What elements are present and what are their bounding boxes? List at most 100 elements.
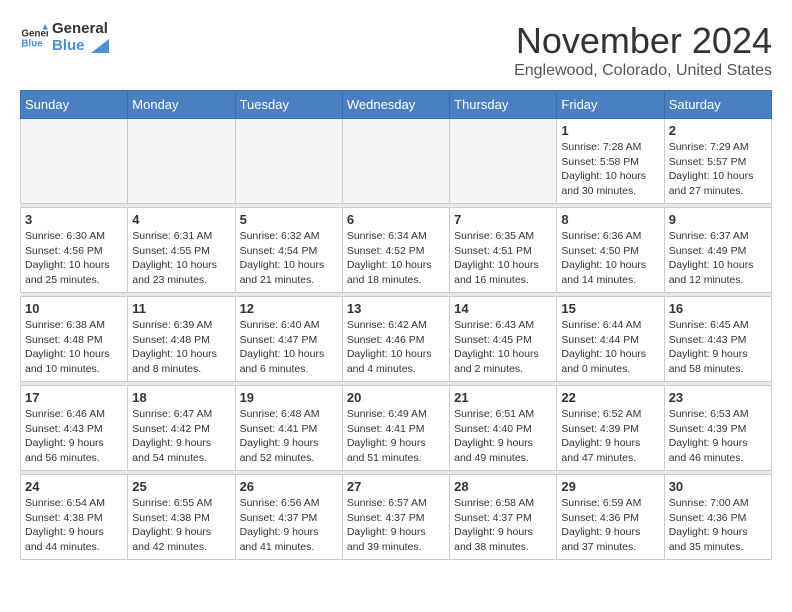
- day-number: 26: [240, 479, 338, 494]
- day-number: 3: [25, 212, 123, 227]
- weekday-header: Sunday: [21, 91, 128, 119]
- calendar-cell: 21Sunrise: 6:51 AM Sunset: 4:40 PM Dayli…: [450, 386, 557, 471]
- day-number: 23: [669, 390, 767, 405]
- logo: General Blue General Blue: [20, 20, 109, 55]
- day-number: 30: [669, 479, 767, 494]
- day-number: 7: [454, 212, 552, 227]
- calendar-cell: 16Sunrise: 6:45 AM Sunset: 4:43 PM Dayli…: [664, 297, 771, 382]
- calendar-cell: 13 Sunrise: 6:42 AM Sunset: 4:46 PM Dayli…: [342, 297, 449, 382]
- logo-blue: Blue: [52, 37, 85, 54]
- day-number: 15: [561, 301, 659, 316]
- calendar-cell: 23 Sunrise: 6:53 AM Sunset: 4:39 PM Dayli…: [664, 386, 771, 471]
- calendar-cell: 24Sunrise: 6:54 AM Sunset: 4:38 PM Dayli…: [21, 475, 128, 560]
- calendar-cell: 6 Sunrise: 6:34 AM Sunset: 4:52 PM Daylig…: [342, 208, 449, 293]
- day-number: 13: [347, 301, 445, 316]
- day-info: Sunrise: 6:43 AM Sunset: 4:45 PM Dayligh…: [454, 318, 552, 377]
- calendar-header-row: SundayMondayTuesdayWednesdayThursdayFrid…: [21, 91, 772, 119]
- day-info: Sunrise: 6:32 AM Sunset: 4:54 PM Dayligh…: [240, 229, 338, 288]
- calendar-week-row: 1Sunrise: 7:28 AM Sunset: 5:58 PM Daylig…: [21, 119, 772, 204]
- calendar-cell: 28Sunrise: 6:58 AM Sunset: 4:37 PM Dayli…: [450, 475, 557, 560]
- day-info: Sunrise: 6:57 AM Sunset: 4:37 PM Dayligh…: [347, 496, 445, 555]
- day-info: Sunrise: 6:46 AM Sunset: 4:43 PM Dayligh…: [25, 407, 123, 466]
- day-number: 2: [669, 123, 767, 138]
- day-info: Sunrise: 6:31 AM Sunset: 4:55 PM Dayligh…: [132, 229, 230, 288]
- calendar-cell: 27 Sunrise: 6:57 AM Sunset: 4:37 PM Dayli…: [342, 475, 449, 560]
- day-number: 18: [132, 390, 230, 405]
- day-number: 29: [561, 479, 659, 494]
- calendar-cell: 7 Sunrise: 6:35 AM Sunset: 4:51 PM Daylig…: [450, 208, 557, 293]
- day-info: Sunrise: 6:42 AM Sunset: 4:46 PM Dayligh…: [347, 318, 445, 377]
- day-number: 11: [132, 301, 230, 316]
- day-info: Sunrise: 6:38 AM Sunset: 4:48 PM Dayligh…: [25, 318, 123, 377]
- day-info: Sunrise: 6:52 AM Sunset: 4:39 PM Dayligh…: [561, 407, 659, 466]
- calendar-cell: 25Sunrise: 6:55 AM Sunset: 4:38 PM Dayli…: [128, 475, 235, 560]
- calendar-cell: 17 Sunrise: 6:46 AM Sunset: 4:43 PM Dayli…: [21, 386, 128, 471]
- title-area: November 2024 Englewood, Colorado, Unite…: [514, 20, 772, 80]
- weekday-header: Wednesday: [342, 91, 449, 119]
- calendar-cell: 20 Sunrise: 6:49 AM Sunset: 4:41 PM Dayli…: [342, 386, 449, 471]
- day-info: Sunrise: 6:56 AM Sunset: 4:37 PM Dayligh…: [240, 496, 338, 555]
- calendar-week-row: 10 Sunrise: 6:38 AM Sunset: 4:48 PM Dayli…: [21, 297, 772, 382]
- calendar-cell: 9Sunrise: 6:37 AM Sunset: 4:49 PM Daylig…: [664, 208, 771, 293]
- calendar-cell: [235, 119, 342, 204]
- logo-icon: General Blue: [20, 24, 48, 52]
- weekday-header: Monday: [128, 91, 235, 119]
- day-number: 12: [240, 301, 338, 316]
- day-info: Sunrise: 6:53 AM Sunset: 4:39 PM Dayligh…: [669, 407, 767, 466]
- day-info: Sunrise: 6:45 AM Sunset: 4:43 PM Dayligh…: [669, 318, 767, 377]
- calendar-cell: 5 Sunrise: 6:32 AM Sunset: 4:54 PM Daylig…: [235, 208, 342, 293]
- day-info: Sunrise: 7:00 AM Sunset: 4:36 PM Dayligh…: [669, 496, 767, 555]
- calendar-cell: 29 Sunrise: 6:59 AM Sunset: 4:36 PM Dayli…: [557, 475, 664, 560]
- header: General Blue General Blue November 2024 …: [20, 20, 772, 80]
- day-number: 6: [347, 212, 445, 227]
- day-number: 27: [347, 479, 445, 494]
- logo-general: General: [52, 20, 108, 37]
- calendar-cell: 14 Sunrise: 6:43 AM Sunset: 4:45 PM Dayli…: [450, 297, 557, 382]
- day-info: Sunrise: 6:51 AM Sunset: 4:40 PM Dayligh…: [454, 407, 552, 466]
- calendar-cell: 11 Sunrise: 6:39 AM Sunset: 4:48 PM Dayli…: [128, 297, 235, 382]
- day-number: 22: [561, 390, 659, 405]
- calendar-cell: 1Sunrise: 7:28 AM Sunset: 5:58 PM Daylig…: [557, 119, 664, 204]
- day-number: 17: [25, 390, 123, 405]
- day-number: 14: [454, 301, 552, 316]
- calendar-week-row: 24Sunrise: 6:54 AM Sunset: 4:38 PM Dayli…: [21, 475, 772, 560]
- calendar-cell: 22 Sunrise: 6:52 AM Sunset: 4:39 PM Dayli…: [557, 386, 664, 471]
- calendar-cell: 18 Sunrise: 6:47 AM Sunset: 4:42 PM Dayli…: [128, 386, 235, 471]
- calendar-week-row: 3Sunrise: 6:30 AM Sunset: 4:56 PM Daylig…: [21, 208, 772, 293]
- day-info: Sunrise: 6:47 AM Sunset: 4:42 PM Dayligh…: [132, 407, 230, 466]
- weekday-header: Tuesday: [235, 91, 342, 119]
- day-info: Sunrise: 6:36 AM Sunset: 4:50 PM Dayligh…: [561, 229, 659, 288]
- day-info: Sunrise: 6:34 AM Sunset: 4:52 PM Dayligh…: [347, 229, 445, 288]
- month-title: November 2024: [514, 20, 772, 62]
- calendar-cell: 4 Sunrise: 6:31 AM Sunset: 4:55 PM Daylig…: [128, 208, 235, 293]
- logo-triangle-icon: [91, 39, 109, 53]
- day-info: Sunrise: 6:44 AM Sunset: 4:44 PM Dayligh…: [561, 318, 659, 377]
- calendar-cell: 15 Sunrise: 6:44 AM Sunset: 4:44 PM Dayli…: [557, 297, 664, 382]
- calendar-week-row: 17 Sunrise: 6:46 AM Sunset: 4:43 PM Dayli…: [21, 386, 772, 471]
- day-number: 10: [25, 301, 123, 316]
- calendar-cell: [128, 119, 235, 204]
- day-number: 5: [240, 212, 338, 227]
- day-number: 28: [454, 479, 552, 494]
- calendar-cell: [450, 119, 557, 204]
- calendar-cell: 2Sunrise: 7:29 AM Sunset: 5:57 PM Daylig…: [664, 119, 771, 204]
- day-info: Sunrise: 6:49 AM Sunset: 4:41 PM Dayligh…: [347, 407, 445, 466]
- calendar-cell: [342, 119, 449, 204]
- day-number: 4: [132, 212, 230, 227]
- day-number: 20: [347, 390, 445, 405]
- day-info: Sunrise: 6:48 AM Sunset: 4:41 PM Dayligh…: [240, 407, 338, 466]
- weekday-header: Thursday: [450, 91, 557, 119]
- day-number: 19: [240, 390, 338, 405]
- day-number: 8: [561, 212, 659, 227]
- calendar-cell: 26 Sunrise: 6:56 AM Sunset: 4:37 PM Dayli…: [235, 475, 342, 560]
- day-info: Sunrise: 6:35 AM Sunset: 4:51 PM Dayligh…: [454, 229, 552, 288]
- weekday-header: Friday: [557, 91, 664, 119]
- calendar-cell: 3Sunrise: 6:30 AM Sunset: 4:56 PM Daylig…: [21, 208, 128, 293]
- calendar-cell: 12Sunrise: 6:40 AM Sunset: 4:47 PM Dayli…: [235, 297, 342, 382]
- calendar-cell: 30 Sunrise: 7:00 AM Sunset: 4:36 PM Dayli…: [664, 475, 771, 560]
- day-info: Sunrise: 6:59 AM Sunset: 4:36 PM Dayligh…: [561, 496, 659, 555]
- day-number: 9: [669, 212, 767, 227]
- svg-text:Blue: Blue: [21, 38, 43, 49]
- day-info: Sunrise: 6:39 AM Sunset: 4:48 PM Dayligh…: [132, 318, 230, 377]
- calendar-cell: 8 Sunrise: 6:36 AM Sunset: 4:50 PM Daylig…: [557, 208, 664, 293]
